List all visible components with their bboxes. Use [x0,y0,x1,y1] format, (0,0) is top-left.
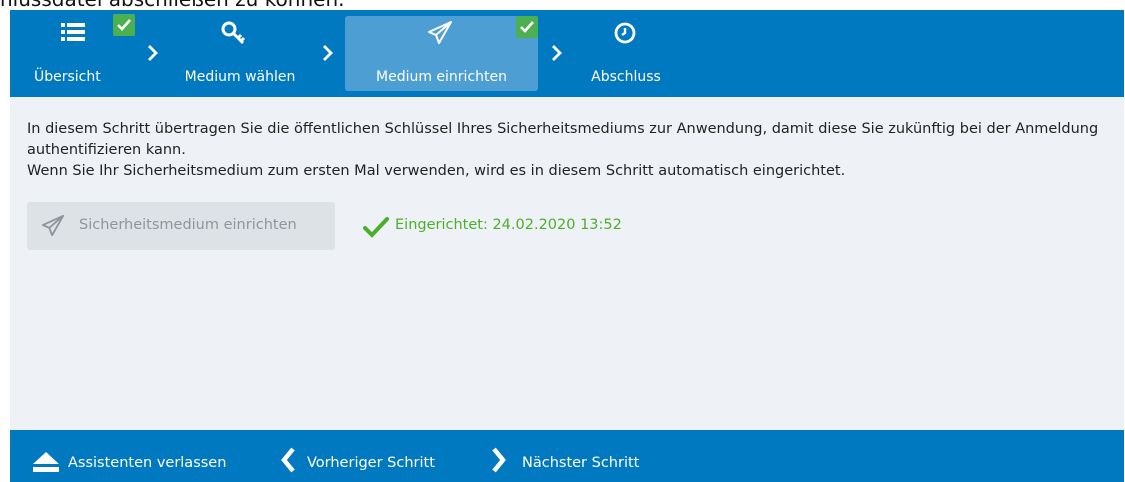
chevron-right-icon [323,45,333,61]
step-label: Abschluss [591,69,661,85]
key-icon [221,21,246,45]
step-overview[interactable]: Übersicht [30,10,135,97]
step-description: In diesem Schritt übertragen Sie die öff… [27,119,1117,182]
step-complete-check-icon [516,16,538,38]
chevron-left-icon [281,447,295,473]
chevron-right-icon [148,45,158,61]
paper-plane-icon [428,21,452,44]
chevron-right-icon [492,447,506,473]
wizard-footer: Assistenten verlassen Vorheriger Schritt… [10,430,1124,482]
step-label: Medium wählen [184,69,296,85]
status-text: Eingerichtet: 24.02.2020 13:52 [395,217,622,233]
exit-wizard-label: Assistenten verlassen [68,455,227,471]
step-select-medium[interactable]: Medium wählen [170,10,310,97]
list-icon [61,23,85,41]
setup-medium-button[interactable]: Sicherheitsmedium einrichten [27,202,335,250]
step-label: Übersicht [34,69,101,85]
step-finish[interactable]: Abschluss [576,10,676,97]
description-line-1: In diesem Schritt übertragen Sie die öff… [27,121,1099,158]
wizard-steps-bar: Übersicht Medium wählen Medium einrichte… [10,10,1124,97]
previous-step-button[interactable]: Vorheriger Schritt [276,430,466,482]
next-step-label: Nächster Schritt [522,455,640,471]
paper-plane-icon [41,214,65,237]
checkmark-icon [363,217,389,238]
next-step-button[interactable]: Nächster Schritt [489,430,659,482]
chevron-right-icon [552,45,562,61]
previous-step-label: Vorheriger Schritt [307,455,435,471]
eject-icon [33,452,59,472]
setup-medium-button-label: Sicherheitsmedium einrichten [79,217,297,233]
step-label: Medium einrichten [376,69,507,85]
step-complete-check-icon [113,14,135,36]
exit-wizard-button[interactable]: Assistenten verlassen [28,430,243,482]
description-line-2: Wenn Sie Ihr Sicherheitsmedium zum erste… [27,163,846,179]
page-top-text: nlussdatei abschließen zu können. [0,0,344,10]
clock-icon [614,22,636,44]
wizard-frame: Übersicht Medium wählen Medium einrichte… [10,10,1124,482]
step-content: In diesem Schritt übertragen Sie die öff… [10,97,1124,430]
step-setup-medium[interactable]: Medium einrichten [345,16,538,91]
